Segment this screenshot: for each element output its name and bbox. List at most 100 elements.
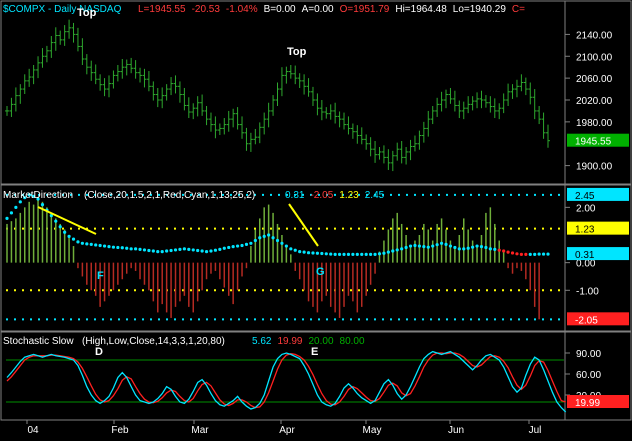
md-dot (227, 245, 231, 250)
md-dot (80, 241, 84, 245)
price-axis-label: 2060.00 (576, 74, 613, 85)
md-readouts-item: 1.23 (339, 190, 359, 201)
md-dot (187, 247, 191, 251)
md-dot (138, 247, 142, 251)
x-axis-label: Mar (191, 425, 209, 436)
md-dot (546, 252, 550, 256)
md-dot (151, 249, 155, 253)
md-dot (541, 252, 546, 256)
md-dot (444, 242, 448, 246)
x-axis-label: Jun (448, 425, 464, 436)
md-dot (479, 245, 484, 249)
md-dot (178, 247, 182, 251)
md-dot (275, 238, 280, 243)
md-dot (351, 252, 355, 256)
md-dot (408, 244, 413, 248)
price-axis-label: 2020.00 (576, 96, 613, 107)
price-stats-item: B=0.00 (264, 4, 296, 15)
md-dot (156, 249, 160, 254)
md-dot (426, 245, 430, 249)
md-dot (209, 249, 213, 253)
md-dot (58, 225, 62, 229)
md-dot (111, 245, 116, 249)
md-dot (191, 248, 195, 252)
md-dot (377, 252, 382, 256)
md-dot (471, 245, 475, 249)
md-dot (231, 245, 235, 249)
md-dot (142, 248, 147, 252)
md-dot (306, 251, 311, 255)
md-dot (413, 243, 417, 248)
md-dot (506, 250, 510, 254)
md-dot (267, 233, 271, 237)
md-dot (395, 248, 399, 252)
md-dot (488, 247, 492, 251)
md-dot (85, 242, 89, 246)
md-dot (502, 249, 506, 253)
stoch-title: Stochastic Slow (3, 336, 74, 347)
md-axis-label: -1.00 (576, 286, 599, 297)
md-value-1-23: 1.23 (575, 225, 595, 236)
md-dot (280, 241, 284, 245)
md-readouts-item: 2.45 (365, 190, 385, 201)
md-dot (107, 245, 111, 249)
md-dot (466, 246, 470, 250)
annotation-d: D (95, 346, 103, 358)
price-stats-item: C= (512, 4, 525, 15)
md-dot (213, 248, 218, 252)
md-dot (293, 248, 297, 252)
md-dot (533, 252, 537, 256)
md-dot (71, 237, 76, 241)
md-dot (311, 251, 315, 255)
md-dot (262, 234, 266, 238)
md-dot (524, 252, 528, 256)
md-dot (271, 236, 275, 240)
md-dot (116, 245, 120, 250)
md-title: MarketDirection (3, 190, 73, 201)
x-axis-label: Feb (111, 425, 129, 436)
md-dot (315, 251, 320, 255)
md-dot (382, 251, 386, 255)
md-params: (Close,20,1.5,2,1,Red,Cyan,1,13,25,2) (84, 190, 255, 201)
md-dot (342, 252, 346, 256)
md-dot (515, 252, 519, 256)
md-dot (204, 249, 209, 254)
md-dot (537, 252, 541, 256)
md-dot (94, 243, 98, 247)
md-dot (129, 247, 133, 251)
md-dot (89, 242, 93, 246)
md-dot (173, 248, 178, 252)
price-stats-item: -1.04% (226, 4, 258, 15)
md-readouts-item: -2.05 (310, 190, 333, 201)
md-dot (9, 211, 14, 215)
md-dot (355, 252, 359, 256)
md-dot (165, 249, 169, 253)
stoch-readouts-item: 5.62 (252, 336, 272, 347)
md-dot (5, 216, 9, 221)
md-dot (431, 244, 435, 248)
x-axis-label: May (363, 425, 382, 436)
md-readouts-item: 0.31 (285, 190, 305, 201)
md-dot (102, 244, 107, 248)
md-value-0-31: 0.31 (575, 250, 595, 261)
annotation-e: E (311, 346, 318, 358)
md-dot (324, 252, 328, 256)
stoch-readouts: 5.62 19.99 20.00 80.00 (252, 336, 365, 347)
md-dot (422, 245, 426, 249)
price-stats: L=1945.55 -20.53 -1.04% B=0.00 A=0.00 O=1951.… (138, 4, 525, 15)
price-title: $COMPX - Daily NASDAQ (3, 4, 122, 15)
md-dot (417, 244, 422, 248)
md-dot (457, 247, 461, 251)
md-dot (493, 247, 497, 251)
md-dot (333, 252, 337, 256)
md-dot (235, 244, 240, 248)
price-axis-label: 1980.00 (576, 118, 613, 129)
price-axis-label: 2100.00 (576, 52, 613, 63)
md-dot (289, 247, 293, 251)
md-dot (222, 246, 226, 250)
stoch-axis-label: 60.00 (576, 370, 601, 381)
md-dot (391, 249, 395, 253)
md-value-2-45: 2.45 (575, 191, 595, 202)
md-dot (244, 242, 249, 246)
x-axis-label: 04 (27, 425, 39, 436)
